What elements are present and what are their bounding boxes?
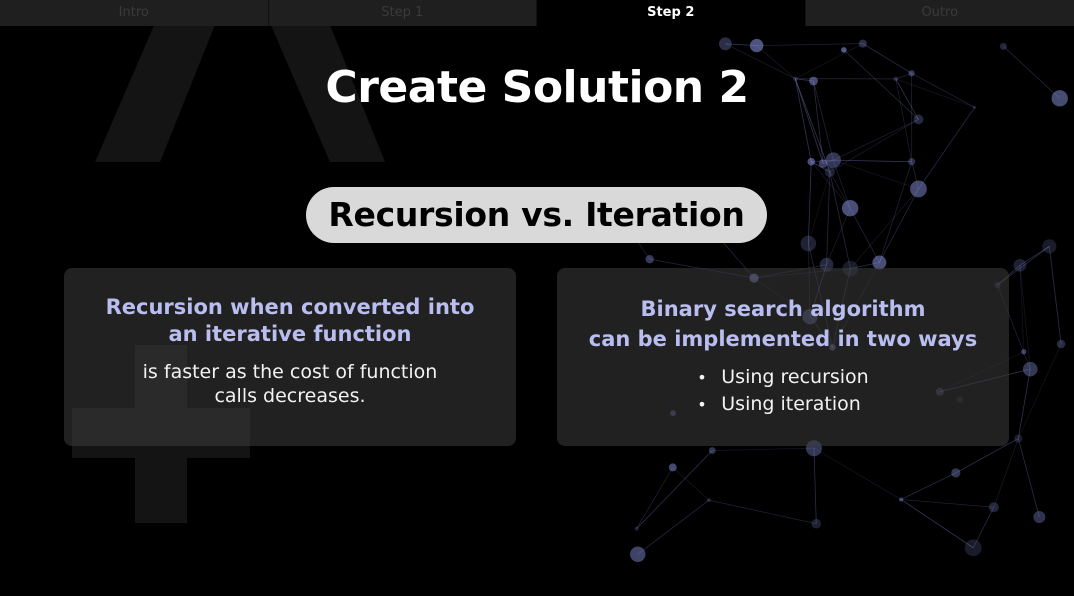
network-node: [630, 546, 646, 562]
body-line: is faster as the cost of function: [142, 361, 438, 383]
network-node: [1056, 339, 1066, 349]
topic-pill: Recursion vs. Iteration: [306, 187, 767, 243]
card-heading: Binary search algorithm can be implement…: [557, 294, 1009, 354]
tab-step-2[interactable]: Step 2: [537, 0, 806, 26]
network-edge: [636, 467, 674, 529]
network-node: [910, 180, 927, 198]
network-edge: [756, 43, 863, 46]
network-node: [908, 158, 916, 166]
list-item: • Using iteration: [697, 391, 868, 418]
network-node: [811, 518, 822, 529]
network-edge: [712, 447, 814, 451]
card-body: is faster as the cost of function calls …: [64, 360, 516, 408]
network-edge: [1019, 265, 1025, 352]
network-node: [988, 502, 999, 513]
network-node: [825, 152, 841, 168]
network-node: [999, 42, 1007, 50]
network-edge: [708, 499, 817, 525]
network-node: [634, 526, 639, 531]
heading-line: Recursion when converted into: [105, 295, 475, 319]
tab-outro[interactable]: Outro: [805, 0, 1074, 26]
network-node: [1033, 510, 1046, 523]
network-edge: [849, 208, 880, 263]
bullet-icon: •: [697, 368, 707, 387]
network-node: [1013, 258, 1027, 272]
heading-line: can be implemented in two ways: [588, 327, 978, 351]
recursion-card: Recursion when converted into an iterati…: [64, 268, 516, 446]
list-item: • Using recursion: [697, 364, 868, 391]
network-edge: [813, 447, 902, 500]
network-edge: [850, 188, 919, 269]
network-edge: [918, 107, 976, 190]
network-node: [707, 498, 711, 502]
network-node: [913, 114, 924, 125]
network-edge: [993, 438, 1019, 508]
step-tab-bar: Intro Step 1 Step 2 Outro: [0, 0, 1074, 26]
network-node: [899, 497, 904, 502]
network-node: [1022, 361, 1038, 377]
list-item-text: Using recursion: [721, 366, 869, 388]
network-node: [749, 38, 764, 53]
slide-title: Create Solution 2: [325, 62, 749, 113]
network-node: [1021, 349, 1027, 355]
card-heading: Recursion when converted into an iterati…: [64, 294, 516, 348]
heading-line: an iterative function: [168, 322, 412, 346]
heading-line: Binary search algorithm: [640, 297, 926, 321]
bullet-icon: •: [697, 395, 707, 414]
network-edge: [1048, 246, 1062, 345]
network-node: [708, 447, 716, 454]
method-list: • Using recursion • Using iteration: [697, 364, 868, 418]
network-node: [800, 235, 817, 252]
network-edge: [1017, 369, 1031, 439]
network-edge: [833, 119, 919, 161]
network-node: [807, 157, 816, 166]
network-edge: [829, 171, 851, 269]
network-node: [718, 37, 732, 51]
network-node: [1042, 239, 1057, 254]
network-node: [964, 539, 982, 557]
network-edge: [826, 171, 831, 265]
network-edge: [833, 159, 912, 163]
network-node: [645, 254, 654, 264]
network-edge: [901, 499, 994, 508]
network-edge: [879, 161, 913, 263]
network-node: [841, 200, 859, 217]
network-node: [858, 39, 867, 48]
network-edge: [1017, 343, 1062, 439]
binary-search-card: Binary search algorithm can be implement…: [557, 268, 1009, 446]
network-edge: [807, 171, 831, 244]
tab-step-1[interactable]: Step 1: [268, 0, 537, 26]
network-edge: [807, 161, 812, 244]
network-node: [668, 463, 677, 472]
network-node: [824, 166, 835, 177]
list-item-text: Using iteration: [721, 393, 861, 415]
network-node: [841, 47, 847, 53]
network-edge: [826, 208, 851, 265]
network-edge: [900, 499, 974, 549]
network-edge: [636, 450, 713, 529]
network-edge: [879, 188, 919, 263]
tab-intro[interactable]: Intro: [0, 0, 269, 26]
network-edge: [900, 472, 956, 500]
body-line: calls decreases.: [214, 385, 366, 407]
network-edge: [1017, 438, 1040, 518]
network-node: [1014, 434, 1023, 443]
network-edge: [813, 448, 817, 524]
network-node: [951, 468, 961, 478]
network-edge: [833, 159, 919, 190]
